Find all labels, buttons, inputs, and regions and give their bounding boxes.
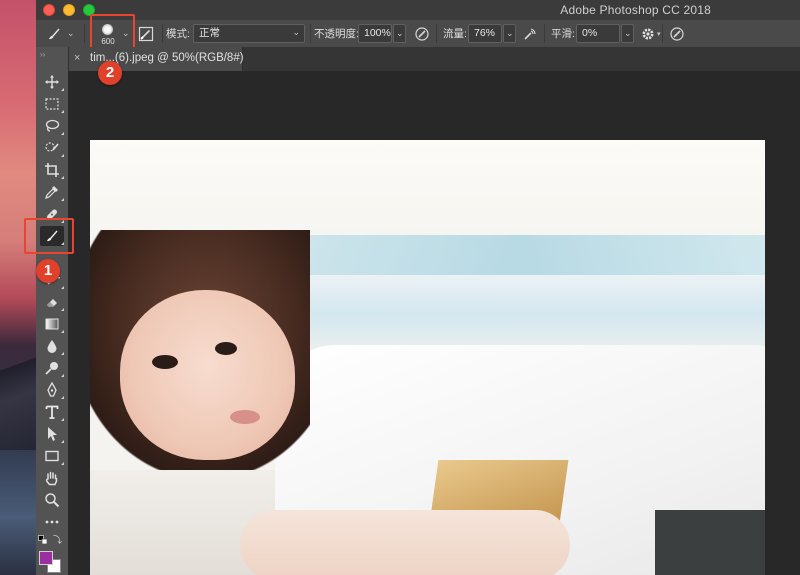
brush-icon — [49, 28, 60, 39]
flow-label: 流量: — [443, 28, 467, 40]
pen-tool[interactable] — [40, 380, 64, 400]
arrow-icon — [48, 427, 57, 441]
airbrush-icon — [524, 27, 536, 40]
separator — [662, 24, 663, 43]
type-icon — [45, 405, 59, 419]
image-face — [120, 290, 295, 460]
chevron-down-icon: ⌄ — [67, 28, 75, 38]
eraser-icon — [47, 299, 57, 307]
gradient-icon — [45, 318, 59, 330]
foreground-color-swatch[interactable] — [39, 551, 53, 565]
pen-icon — [47, 382, 57, 397]
document-tab[interactable]: × tim...(6).jpeg @ 50%(RGB/8#) — [68, 47, 244, 71]
lasso-icon — [45, 119, 60, 132]
brush-settings-panel-toggle[interactable] — [138, 20, 154, 47]
app-title: Adobe Photoshop CC 2018 — [560, 3, 711, 17]
document-tab-bar: × tim...(6).jpeg @ 50%(RGB/8#) — [68, 47, 800, 71]
smoothing-options-button[interactable]: ▾ — [640, 20, 661, 47]
highlight-box-2 — [90, 14, 135, 51]
flow-value: 76% — [474, 27, 496, 39]
wallpaper-mountain — [0, 330, 36, 450]
separator — [162, 24, 163, 43]
smoothing-value: 0% — [582, 27, 598, 39]
mode-label: 模式: — [166, 28, 190, 40]
zoom-icon — [45, 493, 60, 508]
separator — [436, 24, 437, 43]
tab-close-icon[interactable]: × — [74, 52, 80, 64]
panel-collapse-icon[interactable]: ›› — [40, 50, 45, 59]
path-selection-tool[interactable] — [40, 424, 64, 444]
rectangle-tool[interactable] — [40, 446, 64, 466]
opacity-input[interactable]: 100% — [358, 24, 392, 43]
chevron-down-icon: ⌄ — [506, 28, 514, 38]
gear-icon — [642, 28, 654, 39]
image-sea — [270, 235, 765, 275]
chevron-down-icon: ⌄ — [624, 28, 632, 38]
brush-settings-icon — [138, 26, 154, 41]
image-eye — [215, 342, 237, 355]
step-badge-1: 1 — [36, 259, 60, 283]
pressure-size-toggle[interactable] — [669, 20, 685, 47]
rectangle-icon — [45, 450, 59, 462]
step-badge-2: 2 — [98, 61, 122, 85]
ellipsis-icon — [45, 520, 59, 524]
hand-icon — [45, 471, 58, 486]
mode-select[interactable]: 正常 ⌄ — [193, 24, 305, 43]
title-bar: Adobe Photoshop CC 2018 — [36, 0, 800, 21]
lasso-tool[interactable] — [40, 116, 64, 136]
airbrush-toggle[interactable] — [522, 20, 538, 47]
type-tool[interactable] — [40, 402, 64, 422]
options-bar: ⌄ 600 ⌄ 模式: 正常 ⌄ 不透明度: 100% ⌄ 流量: 76% ⌄ … — [36, 14, 800, 51]
pressure-size-icon — [670, 26, 684, 41]
quick-selection-icon — [45, 142, 59, 152]
separator — [84, 24, 85, 43]
smoothing-input[interactable]: 0% — [576, 24, 620, 43]
swap-colors-icon[interactable]: ⤵ — [53, 535, 63, 545]
dodge-icon — [45, 362, 58, 375]
hand-tool[interactable] — [40, 468, 64, 488]
more-tools[interactable] — [40, 512, 64, 532]
opacity-value: 100% — [364, 27, 391, 39]
chevron-down-icon: ⌄ — [292, 27, 300, 37]
flow-input[interactable]: 76% — [468, 24, 502, 43]
drop-icon — [47, 340, 57, 353]
document-image[interactable] — [90, 140, 765, 575]
image-arm — [240, 510, 570, 575]
eyedropper-icon — [45, 186, 58, 199]
separator — [544, 24, 545, 43]
move-tool[interactable] — [40, 72, 64, 92]
mode-value: 正常 — [199, 27, 220, 39]
eyedropper-tool[interactable] — [40, 182, 64, 202]
desktop-wallpaper — [0, 0, 36, 575]
zoom-tool[interactable] — [40, 490, 64, 510]
image-dark-fabric — [655, 510, 765, 575]
highlight-box-1 — [24, 218, 74, 254]
chevron-down-icon: ⌄ — [396, 28, 404, 38]
opacity-label: 不透明度: — [314, 28, 359, 40]
pressure-opacity-toggle[interactable] — [414, 20, 430, 47]
image-lips — [230, 410, 260, 424]
default-colors-icon[interactable] — [38, 535, 48, 545]
smoothing-dropdown[interactable]: ⌄ — [621, 24, 634, 43]
crop-tool[interactable] — [40, 160, 64, 180]
dodge-tool[interactable] — [40, 358, 64, 378]
blur-tool[interactable] — [40, 336, 64, 356]
quick-selection-tool[interactable] — [40, 138, 64, 158]
opacity-dropdown[interactable]: ⌄ — [393, 24, 406, 43]
marquee-icon — [45, 98, 59, 110]
eraser-tool[interactable] — [40, 292, 64, 312]
crop-icon — [45, 163, 59, 177]
image-eye — [152, 355, 178, 369]
window-close-button[interactable] — [43, 4, 55, 16]
pressure-pen-icon — [415, 26, 429, 41]
window-minimize-button[interactable] — [63, 4, 75, 16]
flow-dropdown[interactable]: ⌄ — [503, 24, 516, 43]
smoothing-label: 平滑: — [551, 28, 575, 40]
tool-preset-picker[interactable]: ⌄ — [46, 20, 75, 47]
separator — [310, 24, 311, 43]
gradient-tool[interactable] — [40, 314, 64, 334]
chevron-down-icon: ▾ — [657, 30, 661, 38]
move-icon — [45, 75, 59, 89]
marquee-tool[interactable] — [40, 94, 64, 114]
